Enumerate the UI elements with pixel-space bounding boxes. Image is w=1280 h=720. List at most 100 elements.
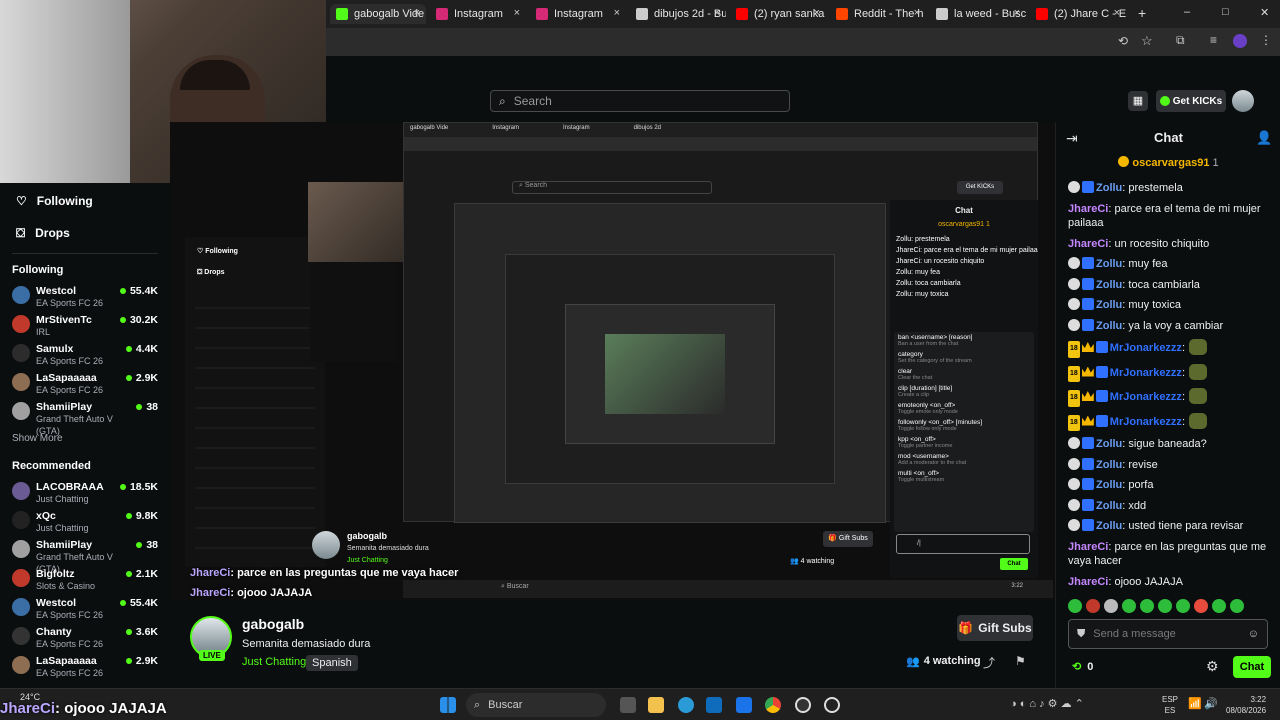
media-icon[interactable]: ≡ [1210, 33, 1217, 47]
new-tab-button[interactable]: + [1138, 5, 1146, 21]
emote-icon[interactable] [1230, 599, 1244, 613]
close-tab-icon[interactable]: × [714, 7, 720, 19]
taskbar-search[interactable]: ⌕ Buscar [466, 693, 606, 717]
category-link[interactable]: Just Chatting [242, 656, 306, 668]
report-icon[interactable]: ⚑ [1015, 654, 1026, 668]
sidebar-channel[interactable]: ShamiiPlay Grand Theft Auto V (GTA) 38 [0, 536, 170, 574]
browser-tab[interactable]: gabogalb Vide × [330, 4, 426, 24]
chat-username[interactable]: Zollu [1096, 520, 1122, 532]
sidebar-channel[interactable]: ShamiiPlay Grand Theft Auto V (GTA) 38 [0, 398, 170, 436]
search-input[interactable]: ⌕ Search [490, 90, 790, 112]
volume-icon[interactable]: 🔊 [1204, 697, 1218, 710]
obs-icon[interactable] [795, 697, 811, 713]
emoji-icon[interactable]: ☺ [1248, 628, 1259, 640]
extensions-icon[interactable]: ⧉ [1176, 33, 1185, 48]
emote-icon[interactable] [1086, 599, 1100, 613]
settings-gear-icon[interactable]: ⚙ [1206, 658, 1219, 675]
browser-tab[interactable]: (2) ryan sanka × [730, 4, 826, 24]
chat-username[interactable]: Zollu [1096, 459, 1122, 471]
share-icon[interactable]: ⤴ [983, 654, 995, 671]
sidebar-channel[interactable]: Bigfoltz Slots & Casino 2.1K [0, 565, 170, 594]
minimize-icon[interactable]: – [1184, 6, 1190, 18]
close-tab-icon[interactable]: × [514, 7, 520, 19]
wifi-icon[interactable]: 📶 [1188, 697, 1202, 710]
chat-users-icon[interactable]: 👤 [1256, 130, 1272, 146]
clock[interactable]: 3:22 08/08/2026 [1226, 694, 1266, 716]
nav-following[interactable]: ♡ Following [0, 185, 170, 217]
close-tab-icon[interactable]: × [414, 7, 420, 19]
chat-username[interactable]: JhareCi [1068, 576, 1108, 588]
emote-icon[interactable] [1122, 599, 1136, 613]
browser-tab[interactable]: dibujos 2d - Bu × [630, 4, 726, 24]
chat-username[interactable]: Zollu [1096, 182, 1122, 194]
chat-username[interactable]: MrJonarkezzz [1110, 416, 1182, 428]
channel-name[interactable]: gabogalb [242, 616, 304, 632]
close-tab-icon[interactable]: × [1014, 7, 1020, 19]
chat-username[interactable]: JhareCi [1068, 238, 1108, 250]
edge-icon[interactable] [678, 697, 694, 713]
emote-icon[interactable] [1176, 599, 1190, 613]
chat-username[interactable]: Zollu [1096, 438, 1122, 450]
chat-input[interactable]: ⛊ Send a message ☺ [1068, 619, 1268, 649]
file-explorer-icon[interactable] [648, 697, 664, 713]
library-icon[interactable]: ▦ [1128, 91, 1148, 111]
gift-subs-button[interactable]: 🎁 Gift Subs [957, 615, 1033, 641]
chat-username[interactable]: Zollu [1096, 479, 1122, 491]
browser-tab[interactable]: Instagram × [530, 4, 626, 24]
chat-username[interactable]: JhareCi [1068, 203, 1108, 215]
sidebar-channel[interactable]: LACOBRAAA Just Chatting 18.5K [0, 478, 170, 507]
chat-username[interactable]: JhareCi [1068, 541, 1108, 553]
profile-avatar[interactable] [1233, 34, 1247, 48]
browser-tab[interactable]: la weed - Busc × [930, 4, 1026, 24]
browser-tab[interactable]: Reddit - The h × [830, 4, 926, 24]
sidebar-channel[interactable]: MrStivenTc IRL 30.2K [0, 311, 170, 340]
chat-username[interactable]: Zollu [1096, 279, 1122, 291]
chat-username[interactable]: Zollu [1096, 320, 1122, 332]
channel-points[interactable]: ⟲ 0 [1072, 660, 1093, 674]
chat-username[interactable]: Zollu [1096, 500, 1122, 512]
emote-icon[interactable] [1140, 599, 1154, 613]
emote-icon[interactable] [1068, 599, 1082, 613]
send-chat-button[interactable]: Chat [1233, 656, 1271, 678]
maximize-icon[interactable]: □ [1222, 6, 1229, 18]
user-avatar[interactable] [1232, 90, 1254, 112]
tray-icons[interactable]: ◑ ◐ ⌂ ♪ ⚙ ☁ ⌃ [1010, 697, 1084, 710]
sidebar-channel[interactable]: LaSapaaaaa EA Sports FC 26 2.9K [0, 369, 170, 398]
close-tab-icon[interactable]: × [614, 7, 620, 19]
store-icon[interactable] [736, 697, 752, 713]
task-view-icon[interactable] [620, 697, 636, 713]
nav-drops[interactable]: ⛋ Drops [0, 217, 170, 249]
sidebar-channel[interactable]: xQc Just Chatting 9.8K [0, 507, 170, 536]
browser-tab[interactable]: Instagram × [430, 4, 526, 24]
bookmark-star-icon[interactable]: ☆ [1141, 33, 1153, 49]
chat-username[interactable]: MrJonarkezzz [1110, 342, 1182, 354]
close-tab-icon[interactable]: × [814, 7, 820, 19]
sidebar-channel[interactable]: LaSapaaaaa EA Sports FC 26 2.9K [0, 652, 170, 681]
language-tag[interactable]: Spanish [306, 655, 358, 671]
emote-icon[interactable] [1212, 599, 1226, 613]
chat-username[interactable]: Zollu [1096, 299, 1122, 311]
sidebar-channel[interactable]: Westcol EA Sports FC 26 55.4K [0, 594, 170, 623]
chrome-icon[interactable] [765, 697, 781, 713]
close-tab-icon[interactable]: × [914, 7, 920, 19]
emote-icon[interactable] [1194, 599, 1208, 613]
outlook-icon[interactable] [706, 697, 722, 713]
close-window-icon[interactable]: ✕ [1260, 6, 1269, 19]
media-player-icon[interactable] [824, 697, 840, 713]
sidebar-channel[interactable]: Chanty EA Sports FC 26 3.6K [0, 623, 170, 652]
translate-icon[interactable]: ⟲ [1118, 34, 1128, 48]
emote-icon[interactable] [1158, 599, 1172, 613]
emote-icon[interactable] [1104, 599, 1118, 613]
chat-username[interactable]: Zollu [1096, 258, 1122, 270]
get-kicks-button[interactable]: Get KICKs [1156, 90, 1226, 112]
menu-kebab-icon[interactable]: ⋮ [1260, 33, 1272, 47]
chat-username[interactable]: MrJonarkezzz [1110, 367, 1182, 379]
close-tab-icon[interactable]: × [1114, 7, 1120, 19]
chat-message: Zollu: ya la voy a cambiar [1056, 316, 1280, 337]
start-icon[interactable] [440, 697, 456, 713]
language-indicator[interactable]: ESP ES [1162, 694, 1178, 716]
sidebar-channel[interactable]: Samulx EA Sports FC 26 4.4K [0, 340, 170, 369]
sidebar-channel[interactable]: Westcol EA Sports FC 26 55.4K [0, 282, 170, 311]
chat-username[interactable]: MrJonarkezzz [1110, 391, 1182, 403]
browser-tab[interactable]: (2) Jhare C - E × [1030, 4, 1126, 24]
